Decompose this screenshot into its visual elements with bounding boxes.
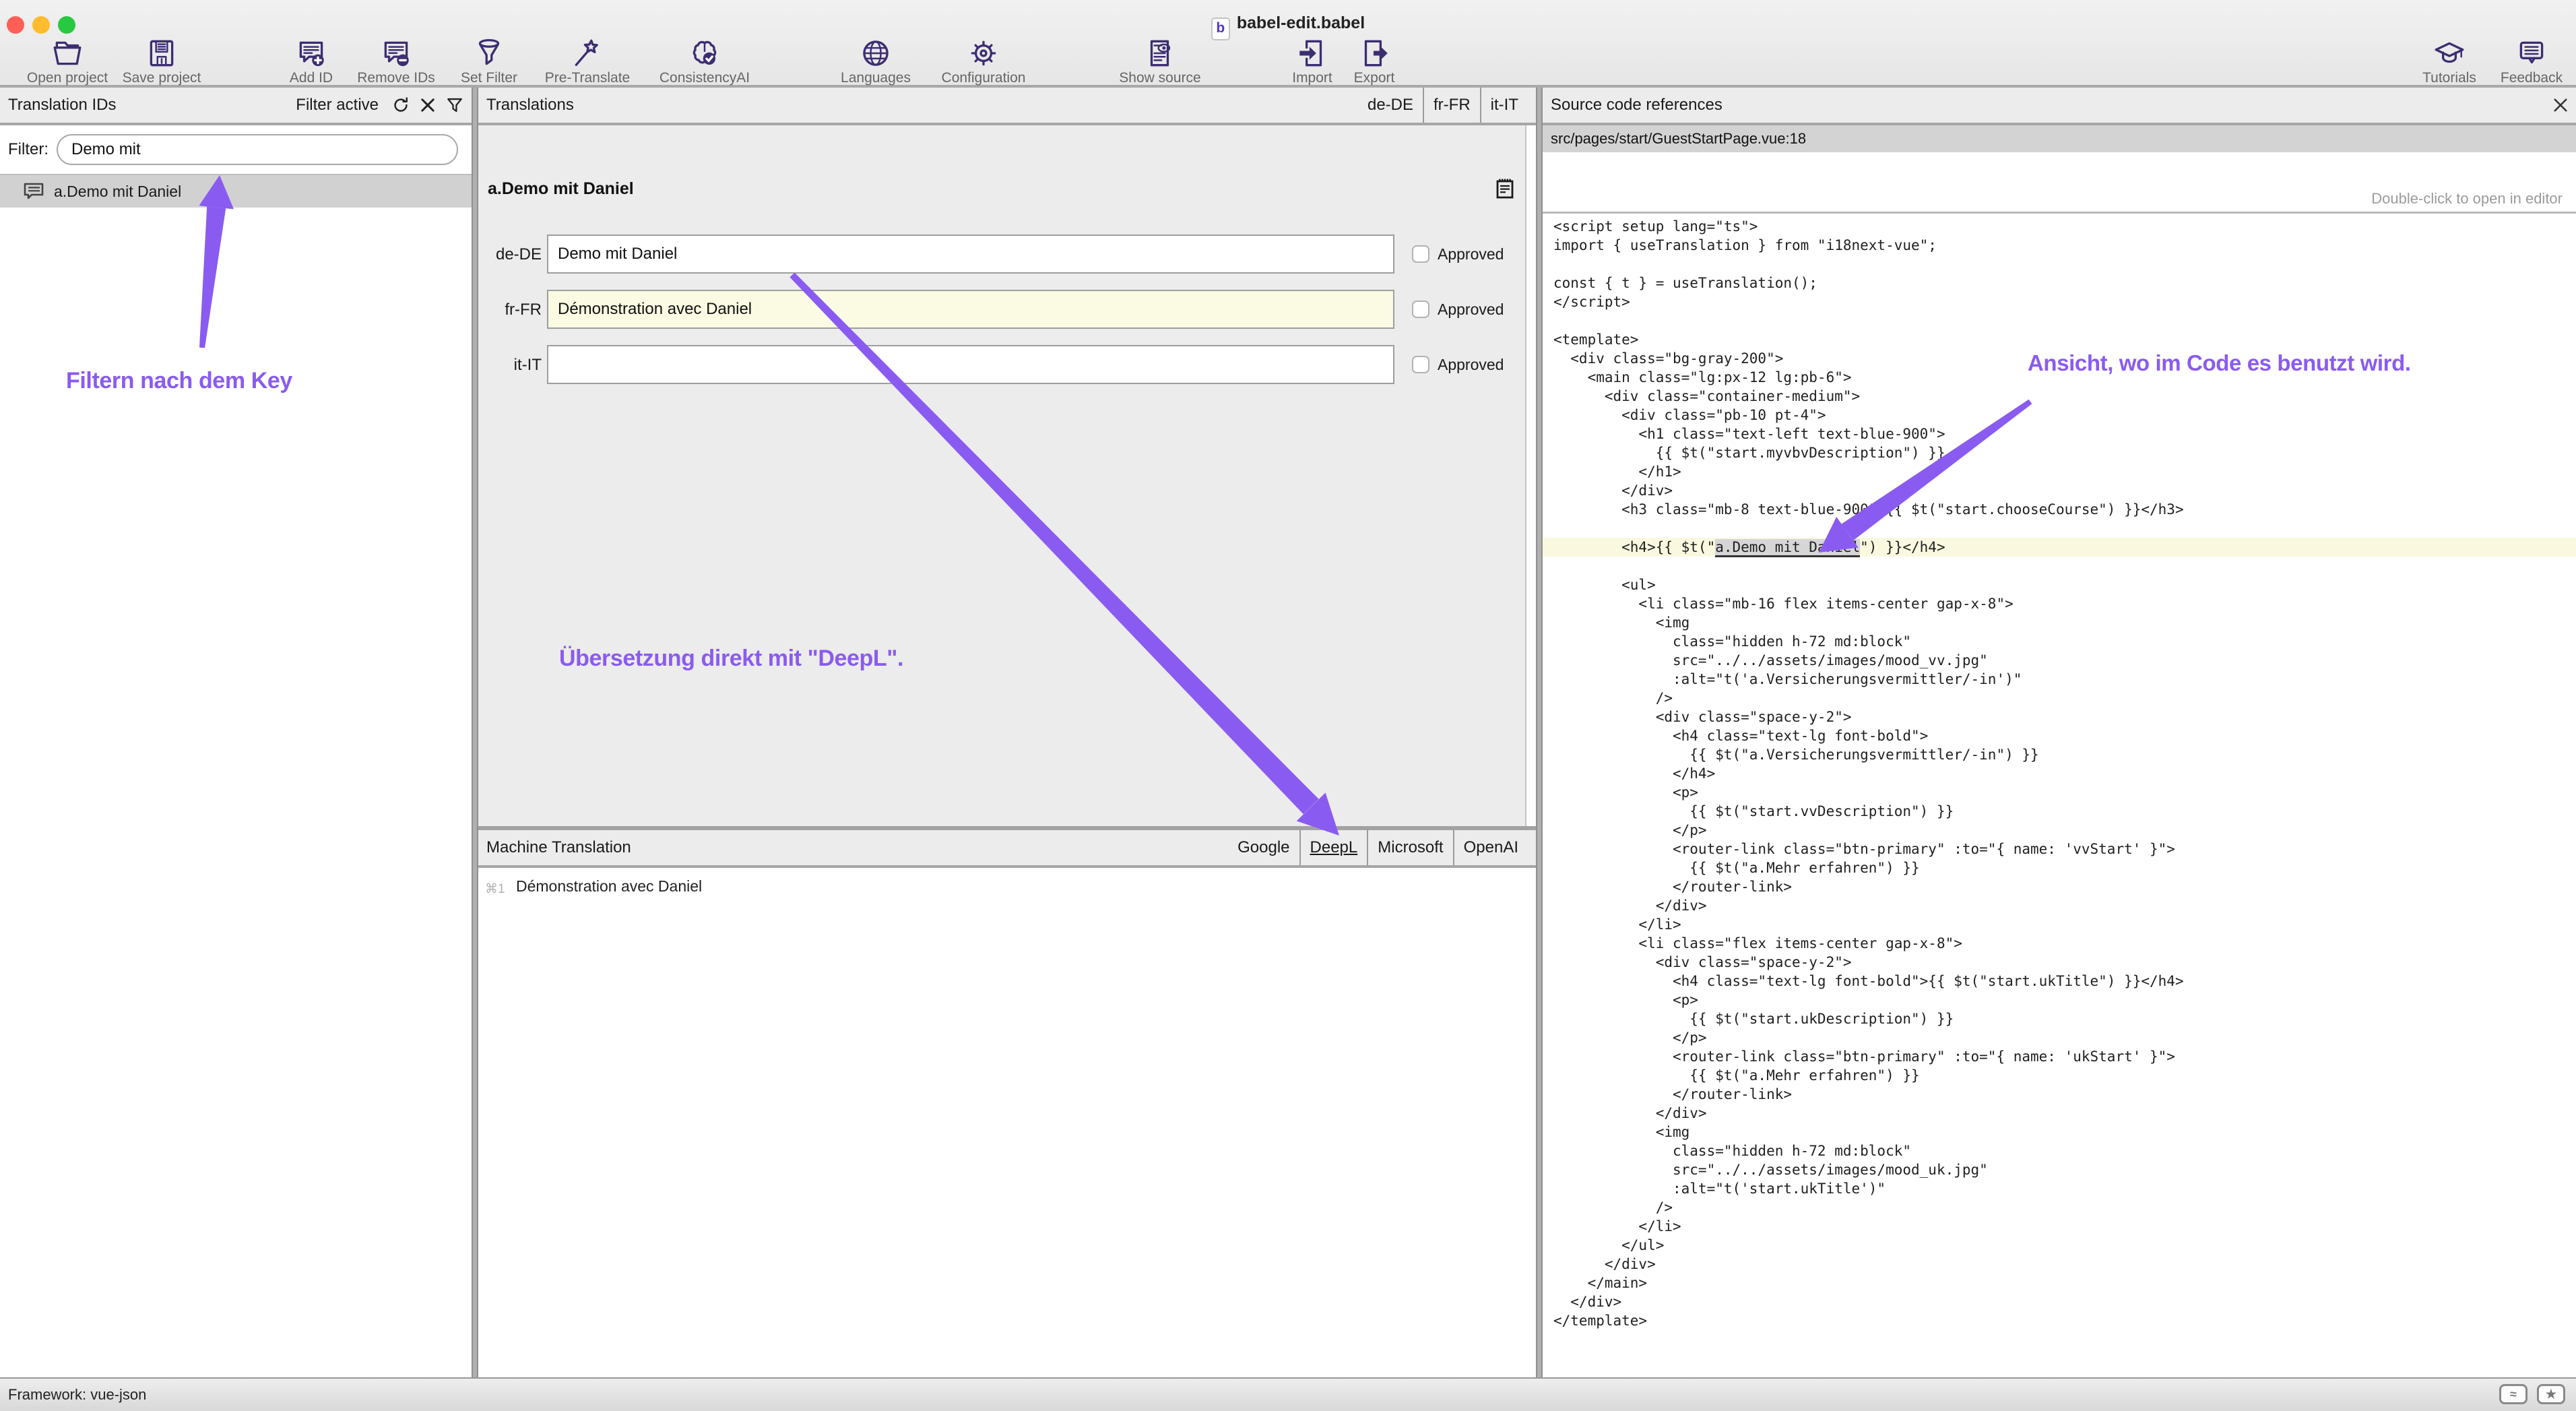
approved-checkbox-fr-FR[interactable] xyxy=(1412,301,1429,318)
consistency-ai-button[interactable]: ConsistencyAI xyxy=(631,36,779,86)
panel-title: Translation IDs xyxy=(8,96,117,115)
consistency-ai-icon xyxy=(688,36,721,70)
configuration-button[interactable]: Configuration xyxy=(909,36,1058,86)
tab-google[interactable]: Google xyxy=(1228,830,1299,865)
set-filter-icon xyxy=(472,36,506,70)
filter-label: Filter: xyxy=(8,140,49,159)
filter-row: Filter: xyxy=(0,125,472,175)
machine-translation-body: ⌘1 Démonstration avec Daniel xyxy=(478,868,1536,1377)
code-after: <ul> <li class="mb-16 flex items-center … xyxy=(1543,557,2576,1330)
divider xyxy=(1543,212,2576,214)
scrollbar-track[interactable] xyxy=(1525,125,1536,826)
translation-input-fr-FR[interactable] xyxy=(547,290,1394,329)
babeledit-window: bbabel-edit.babel Open project Save proj… xyxy=(0,0,2576,1411)
clear-filter-icon[interactable] xyxy=(420,98,435,113)
language-label: fr-FR xyxy=(478,301,542,319)
translation-input-it-IT[interactable] xyxy=(547,345,1394,384)
pre-translate-icon xyxy=(571,36,604,70)
filter-icon[interactable] xyxy=(446,96,463,114)
titlebar-toolbar: bbabel-edit.babel Open project Save proj… xyxy=(0,0,2576,88)
approved-label: Approved xyxy=(1438,356,1504,374)
close-icon[interactable] xyxy=(2553,98,2568,113)
mt-suggestion-text: Démonstration avec Daniel xyxy=(516,877,702,896)
annotation-deepl-note: Übersetzung direkt mit "DeepL". xyxy=(559,646,903,672)
translation-entry-area: a.Demo mit Daniel de-DE Approved fr-FR A… xyxy=(478,125,1536,826)
source-reference-item[interactable]: src/pages/start/GuestStartPage.vue:18 xyxy=(1543,125,2576,152)
code-before: <script setup lang="ts"> import { useTra… xyxy=(1543,217,2576,538)
refresh-icon[interactable] xyxy=(392,96,410,114)
source-code-view[interactable]: <script setup lang="ts"> import { useTra… xyxy=(1543,217,2576,1330)
approved-label: Approved xyxy=(1438,301,1504,319)
save-project-icon xyxy=(145,36,179,70)
provider-tabs: Google DeepL Microsoft OpenAI xyxy=(1228,830,1528,865)
tab-deepl[interactable]: DeepL xyxy=(1299,830,1367,865)
tab-de-DE[interactable]: de-DE xyxy=(1358,88,1423,123)
translation-id-list-item[interactable]: a.Demo mit Daniel xyxy=(0,175,472,208)
annotation-code-note: Ansicht, wo im Code es benutzt wird. xyxy=(2028,350,2411,376)
approved-checkbox-de-DE[interactable] xyxy=(1412,245,1429,263)
translation-input-de-DE[interactable] xyxy=(547,234,1394,274)
feedback-button[interactable]: Feedback xyxy=(2487,36,2576,86)
configuration-icon xyxy=(967,36,1000,70)
notes-icon[interactable] xyxy=(1494,177,1516,206)
save-project-button[interactable]: Save project xyxy=(97,36,226,86)
translations-panel: Translations de-DE fr-FR it-IT a.Demo mi… xyxy=(478,88,1536,1377)
tab-it-IT[interactable]: it-IT xyxy=(1480,88,1528,123)
translation-row-de-DE: de-DE Approved xyxy=(478,234,1536,274)
source-references-header: Source code references xyxy=(1543,88,2576,125)
language-label: it-IT xyxy=(478,356,542,375)
translation-ids-panel: Translation IDs Filter active Filter: a.… xyxy=(0,88,472,1377)
status-bar: Framework: vue-json ≈ ★ xyxy=(0,1377,2576,1411)
open-in-editor-hint: Double-click to open in editor xyxy=(2371,190,2563,208)
translation-key-highlight[interactable]: a.Demo mit Daniel xyxy=(1715,539,1860,557)
languages-icon xyxy=(859,36,893,70)
tab-microsoft[interactable]: Microsoft xyxy=(1367,830,1452,865)
highlighted-code-line: <h4>{{ $t("a.Demo mit Daniel") }}</h4> xyxy=(1543,538,2576,557)
remove-ids-icon xyxy=(379,36,413,70)
language-label: de-DE xyxy=(478,245,542,264)
mt-suggestion-row[interactable]: ⌘1 Démonstration avec Daniel xyxy=(478,877,1536,899)
entry-id-heading: a.Demo mit Daniel xyxy=(488,179,634,199)
export-button[interactable]: Export xyxy=(1330,36,1419,86)
machine-translation-header: Machine Translation Google DeepL Microso… xyxy=(478,830,1536,868)
language-tabs: de-DE fr-FR it-IT xyxy=(1358,88,1528,123)
translation-ids-header: Translation IDs Filter active xyxy=(0,88,472,125)
bookmark-status-icon[interactable]: ★ xyxy=(2537,1384,2565,1404)
comment-bubble-icon xyxy=(23,182,44,201)
open-project-icon xyxy=(51,36,84,70)
show-source-button[interactable]: Show source xyxy=(1093,36,1227,86)
tab-fr-FR[interactable]: fr-FR xyxy=(1423,88,1480,123)
annotation-filter-note: Filtern nach dem Key xyxy=(66,368,292,394)
translation-row-it-IT: it-IT Approved xyxy=(478,345,1536,384)
tab-openai[interactable]: OpenAI xyxy=(1453,830,1528,865)
filter-active-status: Filter active xyxy=(296,96,379,115)
add-id-icon xyxy=(294,36,328,70)
export-icon xyxy=(1357,36,1391,70)
filter-input[interactable] xyxy=(57,134,458,165)
import-icon xyxy=(1295,36,1329,70)
source-references-panel: Source code references src/pages/start/G… xyxy=(1543,88,2576,1377)
panel-title: Machine Translation xyxy=(486,838,631,857)
translations-header: Translations de-DE fr-FR it-IT xyxy=(478,88,1536,125)
panel-title: Translations xyxy=(486,96,574,115)
feedback-icon xyxy=(2515,36,2548,70)
show-source-icon xyxy=(1143,36,1177,70)
approved-checkbox-it-IT[interactable] xyxy=(1412,356,1429,373)
translation-id-label: a.Demo mit Daniel xyxy=(54,183,181,201)
tutorials-icon xyxy=(2433,36,2466,70)
approved-label: Approved xyxy=(1438,245,1504,263)
panel-title: Source code references xyxy=(1551,96,1722,115)
machine-translation-status-icon[interactable]: ≈ xyxy=(2499,1384,2527,1404)
panel-splitter-left[interactable] xyxy=(472,88,478,1377)
translation-row-fr-FR: fr-FR Approved xyxy=(478,290,1536,329)
framework-status: Framework: vue-json xyxy=(8,1386,146,1404)
panel-splitter-right[interactable] xyxy=(1536,88,1543,1377)
shortcut-label: ⌘1 xyxy=(485,881,505,897)
